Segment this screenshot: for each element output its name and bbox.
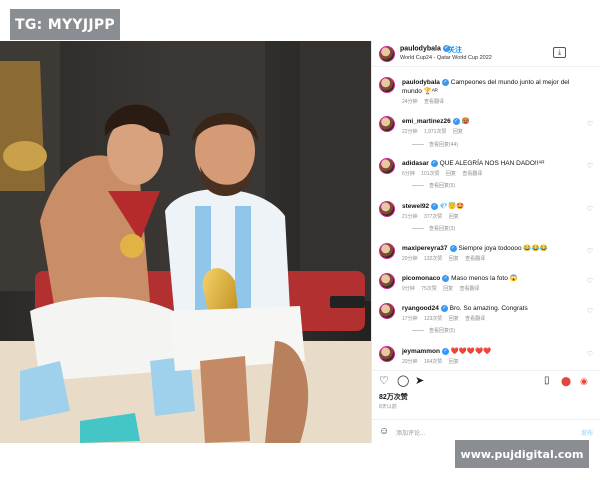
post-comment-button[interactable]: 发布: [581, 428, 593, 437]
translate-link[interactable]: 查看翻译: [460, 286, 480, 292]
post-header: paulodybala ✓ 关注 World Cup24 - Qatar Worl…: [372, 41, 600, 67]
heart-icon[interactable]: ♡: [587, 307, 593, 315]
avatar[interactable]: [379, 243, 395, 259]
verified-icon: ✓: [441, 79, 449, 86]
translate-link[interactable]: 查看翻译: [465, 316, 485, 322]
tg-watermark: TG: MYYJJPP: [10, 9, 120, 40]
verified-icon: ✓: [431, 203, 439, 210]
follow-button[interactable]: 关注: [448, 45, 462, 55]
verified-icon: ✓: [442, 275, 450, 282]
comment-likes[interactable]: 164次赞: [424, 359, 442, 365]
download-icon[interactable]: ⤓: [553, 47, 566, 58]
comment-time: 21分钟: [402, 214, 418, 220]
translate-link[interactable]: 查看翻译: [465, 256, 485, 262]
comment-time: 17分钟: [402, 316, 418, 322]
comment-input[interactable]: 添加评论...: [396, 428, 425, 437]
comment-likes[interactable]: 123次赞: [424, 316, 442, 322]
comment-text: 💎😇🤩: [439, 203, 465, 211]
comment-text: QUE ALEGRÍA NOS HAN DADO!!ᴬᴿ: [439, 160, 545, 168]
caption-time: 24分钟: [402, 99, 418, 105]
comment-username[interactable]: emi_martinez26: [402, 118, 451, 125]
comment-time: 9分钟: [402, 286, 415, 292]
comment-icon[interactable]: ◯: [397, 375, 409, 387]
header-username[interactable]: paulodybala: [400, 45, 441, 52]
comment-username[interactable]: maxipereyra37: [402, 245, 448, 252]
comment-text: 🥵: [461, 118, 470, 126]
avatar[interactable]: [379, 201, 395, 217]
comment-time: 22分钟: [402, 129, 418, 135]
verified-icon: ✓: [440, 305, 448, 312]
heart-icon[interactable]: ♡: [587, 120, 593, 128]
comment-text: Bro. So amazing. Congrats: [449, 305, 528, 313]
comment-text: Maso menos la foto 😱: [451, 275, 518, 283]
avatar[interactable]: [379, 273, 395, 289]
download-red-icon[interactable]: ⬤: [561, 375, 571, 387]
action-bar: ♡ ◯ ➤ ▯ ⬤ ◉: [372, 370, 600, 390]
like-count[interactable]: 82万次赞: [379, 392, 408, 402]
reply-link[interactable]: 回复: [453, 129, 463, 135]
comment-username[interactable]: jeymammon: [402, 348, 440, 355]
view-replies-link[interactable]: 查看回复(44): [412, 141, 458, 148]
heart-icon[interactable]: ♡: [587, 162, 593, 170]
comment-likes[interactable]: 132次赞: [424, 256, 442, 262]
reply-link[interactable]: 回复: [446, 171, 456, 177]
smiley-icon[interactable]: ☺: [379, 426, 389, 437]
view-replies-link[interactable]: 查看回复(5): [412, 182, 455, 189]
view-replies-link[interactable]: 查看回复(5): [412, 327, 455, 334]
verified-icon: ✓: [430, 160, 438, 167]
avatar[interactable]: [379, 346, 395, 362]
comment-likes[interactable]: 377次赞: [424, 214, 442, 220]
heart-icon[interactable]: ♡: [587, 205, 593, 213]
bookmark-icon[interactable]: ▯: [544, 375, 550, 387]
reply-link[interactable]: 回复: [449, 316, 459, 322]
caption-username[interactable]: paulodybala: [402, 79, 440, 86]
reply-link[interactable]: 回复: [449, 359, 459, 365]
avatar[interactable]: [379, 116, 395, 132]
post-date: 8天以前: [379, 404, 397, 410]
comment-text: Siempre joya todoooo 😂😂😂: [458, 245, 548, 253]
post-location[interactable]: World Cup24 - Qatar World Cup 2022: [400, 55, 492, 61]
view-replies-link[interactable]: 查看回复(3): [412, 225, 455, 232]
comment-text: ❤️❤️❤️❤️❤️: [450, 348, 492, 356]
translate-link[interactable]: 查看翻译: [424, 99, 444, 105]
celebration-photo: [0, 41, 371, 443]
verified-icon: ✓: [441, 348, 449, 355]
comment-likes[interactable]: 75次赞: [421, 286, 437, 292]
comment-time: 20分钟: [402, 359, 418, 365]
send-icon[interactable]: ➤: [415, 375, 424, 387]
comment-time: 20分钟: [402, 256, 418, 262]
instagram-post: paulodybala ✓ 关注 World Cup24 - Qatar Worl…: [0, 41, 600, 443]
site-watermark: www.pujdigital.com: [455, 440, 589, 468]
comment-username[interactable]: ryangood24: [402, 305, 439, 312]
comments-panel: paulodybala ✓ 关注 World Cup24 - Qatar Worl…: [371, 41, 600, 443]
avatar[interactable]: [379, 158, 395, 174]
comment-username[interactable]: picomonaco: [402, 275, 440, 282]
reply-link[interactable]: 回复: [443, 286, 453, 292]
avatar[interactable]: [379, 303, 395, 319]
comment-username[interactable]: adidasar: [402, 160, 429, 167]
avatar[interactable]: [379, 46, 395, 62]
heart-icon[interactable]: ♡: [587, 277, 593, 285]
reply-link[interactable]: 回复: [449, 214, 459, 220]
record-icon[interactable]: ◉: [580, 375, 588, 387]
translate-link[interactable]: 查看翻译: [462, 171, 482, 177]
comment-likes[interactable]: 101次赞: [421, 171, 439, 177]
heart-icon[interactable]: ♡: [379, 375, 389, 387]
comment-likes[interactable]: 1,971次赞: [424, 129, 447, 135]
heart-icon[interactable]: ♡: [587, 350, 593, 358]
avatar[interactable]: [379, 77, 395, 93]
verified-icon: ✓: [452, 118, 460, 125]
comment-time: 6分钟: [402, 171, 415, 177]
comment-username[interactable]: stewel92: [402, 203, 429, 210]
heart-icon[interactable]: ♡: [587, 247, 593, 255]
reply-link[interactable]: 回复: [449, 256, 459, 262]
post-photo: [0, 41, 371, 443]
verified-icon: ✓: [449, 245, 457, 252]
